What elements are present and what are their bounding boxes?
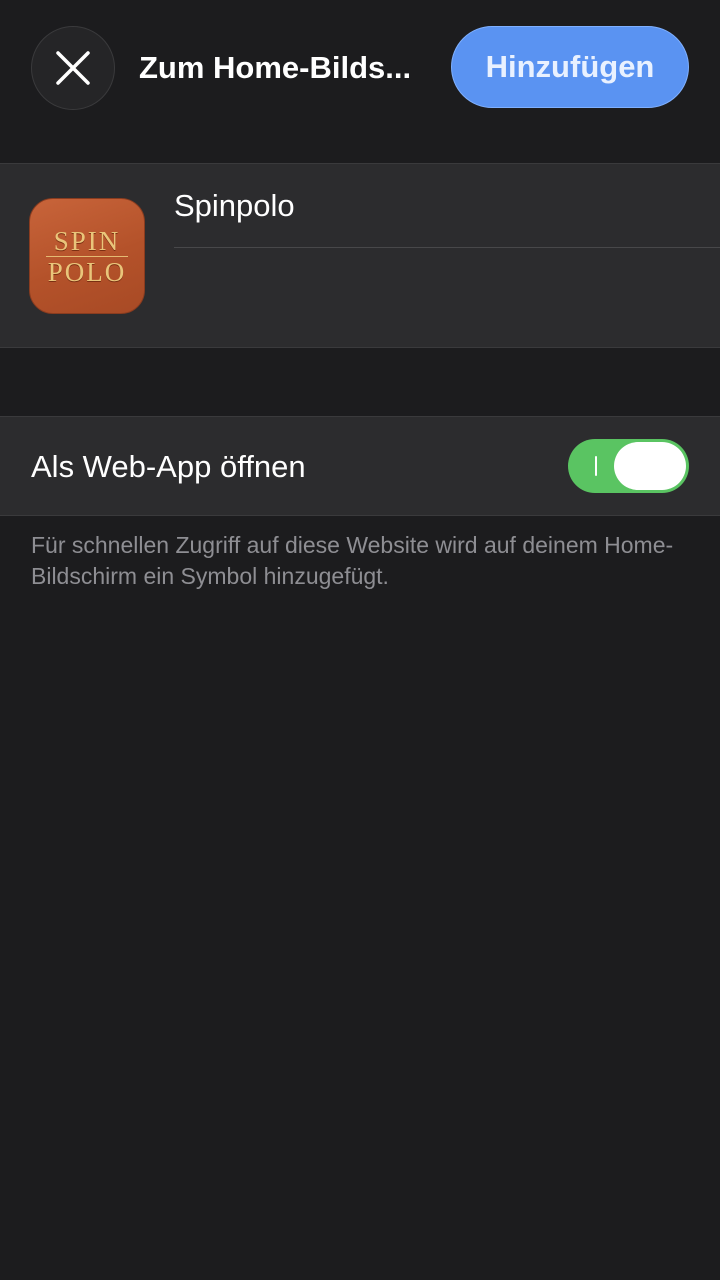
app-preview-card: SPIN POLO Spinpolo xyxy=(0,163,720,348)
toggle-on-indicator xyxy=(595,456,597,476)
web-app-label: Als Web-App öffnen xyxy=(31,449,306,484)
toggle-knob xyxy=(614,442,686,490)
close-icon xyxy=(56,51,90,85)
app-icon-word-top: SPIN xyxy=(53,225,121,256)
web-app-toggle[interactable] xyxy=(568,439,689,493)
sheet-header: Zum Home-Bilds... Hinzufügen xyxy=(0,0,720,135)
page-title: Zum Home-Bilds... xyxy=(139,50,412,85)
app-icon: SPIN POLO xyxy=(29,198,145,314)
web-app-description: Für schnellen Zugriff auf diese Website … xyxy=(31,532,674,589)
web-app-setting-row: Als Web-App öffnen xyxy=(0,416,720,516)
app-name-underline xyxy=(174,247,720,248)
add-to-home-screen-sheet: Zum Home-Bilds... Hinzufügen SPIN POLO S… xyxy=(0,0,720,1280)
app-icon-divider xyxy=(46,255,128,257)
add-button[interactable]: Hinzufügen xyxy=(451,26,689,108)
app-name-field[interactable]: Spinpolo xyxy=(174,186,295,226)
app-icon-word-bottom: POLO xyxy=(47,256,127,287)
close-button[interactable] xyxy=(31,26,115,110)
